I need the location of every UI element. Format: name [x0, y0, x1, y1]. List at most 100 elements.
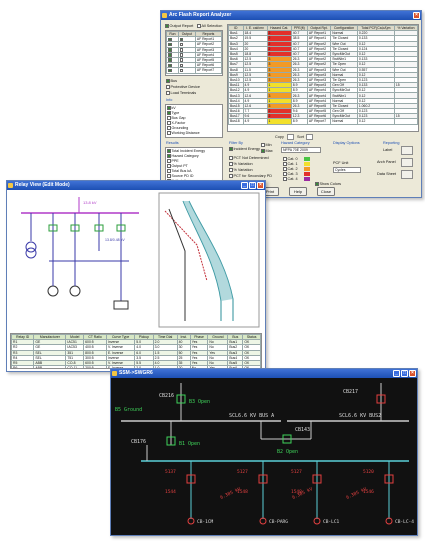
- results-table-header[interactable]: Configuration: [330, 25, 358, 32]
- one-line-diagram: 13.8 kV 13.8/0.48 kV: [21, 197, 139, 310]
- category-radio[interactable]: Cat. 4: [283, 177, 298, 181]
- hazard-category-label: Hazard Category: [281, 141, 310, 145]
- cat4-swatch[interactable]: [304, 177, 310, 181]
- output-report-radio[interactable]: Output Report: [165, 24, 193, 28]
- load-label: CB-LC-4: [395, 519, 414, 525]
- arc-panel-button[interactable]: [401, 158, 413, 167]
- plot-area[interactable]: [158, 192, 260, 328]
- load-terminals-checkbox[interactable]: Load Terminals: [166, 91, 196, 95]
- sort-icon[interactable]: [306, 134, 313, 140]
- results-table-cell: [393, 118, 418, 125]
- category-radio[interactable]: Cat. 0: [283, 157, 298, 161]
- results-table-row[interactable]: Bus18 4.9 1 8.9 AF Report7 Normal 0.12: [228, 118, 418, 125]
- cb176-label: CB176: [131, 439, 146, 445]
- cat0-swatch[interactable]: [304, 157, 310, 161]
- hazard-standard-select[interactable]: NFPA 70E 2009: [281, 147, 321, 153]
- sort-label: Sort: [297, 135, 304, 139]
- results-table-cell: 4.9: [242, 118, 268, 125]
- help-button[interactable]: Help: [289, 187, 307, 196]
- relay-titlebar[interactable]: Relay View (Edit Mode) _ □ ×: [7, 181, 265, 190]
- filter-item[interactable]: % Variation: [229, 162, 253, 166]
- maximize-icon[interactable]: □: [401, 370, 408, 377]
- info-item[interactable]: Working Distance: [167, 131, 221, 136]
- report-row[interactable]: AF Report7: [166, 67, 223, 74]
- label-report-button[interactable]: [401, 146, 413, 155]
- close-icon[interactable]: ×: [257, 182, 264, 189]
- data-sheet-button[interactable]: [401, 170, 413, 179]
- close-icon[interactable]: ×: [409, 370, 416, 377]
- close-button[interactable]: Close: [317, 187, 335, 196]
- info-list: kV Type Bus Gap X-Factor Grounding Worki…: [165, 104, 223, 138]
- filter-item[interactable]: Incident Energy: [229, 147, 260, 151]
- load-label: CB-1CM: [197, 519, 214, 525]
- swgr-titlebar[interactable]: SSM->SWGR6 _ □ ×: [111, 369, 417, 378]
- transformer-icon[interactable]: [25, 247, 37, 259]
- category-radio[interactable]: Cat. 3: [283, 172, 298, 176]
- relay-grid-cell: R6: [11, 365, 35, 368]
- window-title: SSM->SWGR6: [119, 370, 153, 376]
- all-selection-radio[interactable]: All Selection: [197, 24, 222, 28]
- category-radio[interactable]: Cat. 2: [283, 167, 298, 171]
- feeder-id: 5127: [291, 469, 302, 475]
- bus-checkbox[interactable]: Bus: [166, 79, 177, 83]
- feeder-amps: 1548: [237, 489, 248, 495]
- bus-a-label: SCL6.6 KV BUS A: [229, 413, 274, 419]
- arc-flash-titlebar[interactable]: Arc Flash Report Analyzer ×: [161, 11, 421, 20]
- results-table-cell: 1: [266, 118, 292, 125]
- b2-open-label: B2 Open: [277, 449, 298, 455]
- filter-by-label: Filter By: [229, 141, 243, 145]
- min-radio[interactable]: Min: [261, 143, 272, 147]
- results-table-header[interactable]: Hazard Cat.: [266, 25, 292, 32]
- results-table-header[interactable]: % Variation: [393, 25, 418, 32]
- maximize-icon[interactable]: □: [249, 182, 256, 189]
- app-icon: [162, 12, 167, 18]
- cycles-select[interactable]: Cycles: [333, 167, 361, 173]
- filter-item[interactable]: % Variation: [229, 168, 253, 172]
- reporting-label: Reporting: [383, 141, 400, 145]
- info-group-label: Info: [166, 98, 173, 102]
- results-table-header[interactable]: I. E. cal/cm²: [242, 25, 268, 32]
- load-label: CB-PARG: [269, 519, 288, 525]
- data-sheet-label: Data Sheet: [377, 172, 396, 176]
- transformer-icon[interactable]: [25, 241, 37, 253]
- results-table: ID I. E. cal/cm² Hazard Cat. PPE(ft) Output …: [227, 24, 419, 132]
- cat2-swatch[interactable]: [304, 167, 310, 171]
- feeder-group: 51371544CB-1CM6.385 kV51271548CB-PARG6.3…: [165, 461, 414, 525]
- arc-flash-window: Arc Flash Report Analyzer × Output Repor…: [160, 10, 422, 198]
- feeder-id: 5120: [363, 469, 374, 475]
- load-icon[interactable]: [113, 300, 129, 310]
- motor-icon[interactable]: [69, 285, 81, 297]
- feeder-amps: 1548: [291, 489, 302, 495]
- filter-item[interactable]: PCT for Secondary PD: [229, 174, 272, 178]
- relay-grid-cell: ABB: [33, 365, 67, 368]
- show-colors-checkbox[interactable]: Show Colors: [315, 182, 341, 186]
- minimize-icon[interactable]: _: [241, 182, 248, 189]
- b5-ground-label: B5 Ground: [115, 407, 142, 413]
- results-table-cell: 0.12: [356, 118, 395, 125]
- close-icon[interactable]: ×: [413, 12, 420, 19]
- motor-icon[interactable]: [47, 285, 59, 297]
- category-radio[interactable]: Cat. 1: [283, 162, 298, 166]
- results-table-cell: AF Report7: [306, 118, 332, 125]
- cat3-swatch[interactable]: [304, 172, 310, 176]
- pcf-unit-label: PCF Unit: [333, 161, 349, 165]
- copy-icon[interactable]: [287, 134, 294, 140]
- relay-grid: Relay ID Manufacturer Model CT Ratio Curve T…: [10, 333, 262, 369]
- feeder-label: 13.8/0.48 kV: [105, 238, 125, 242]
- switchgear-diagram: CB216 B3 Open B5 Ground CB217 SCL6.6 KV …: [115, 383, 414, 525]
- results-table-header[interactable]: Total PCF(Ca,kA)m: [356, 25, 395, 32]
- results-table-cell: Normal: [330, 118, 358, 125]
- minimize-icon[interactable]: _: [393, 370, 400, 377]
- protective-device-checkbox[interactable]: Protective Device: [166, 85, 200, 89]
- cb217-label: CB217: [343, 389, 358, 395]
- b1-open-label: B1 Open: [179, 441, 200, 447]
- app-icon: [112, 370, 117, 376]
- cb216-label: CB216: [159, 393, 174, 399]
- results-table-header[interactable]: Output Rpt.: [306, 25, 332, 32]
- max-radio[interactable]: Max: [261, 149, 273, 153]
- reports-list: Run Output Reports AF Report1 AF Report2…: [165, 30, 223, 76]
- bus-label: 13.8 kV: [83, 200, 97, 205]
- feeder-id: 5137: [165, 469, 176, 475]
- cat1-swatch[interactable]: [304, 162, 310, 166]
- filter-item[interactable]: PCT Not Determined: [229, 156, 269, 160]
